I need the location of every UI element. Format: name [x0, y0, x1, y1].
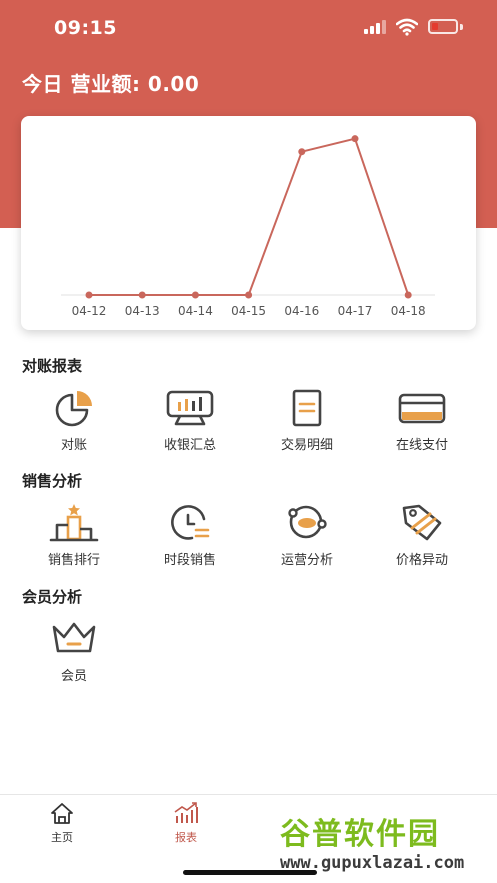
grid-label: 时段销售 — [163, 553, 216, 568]
report-icon — [174, 802, 198, 823]
grid-item-price-change[interactable]: 价格异动 — [367, 503, 477, 573]
crown-icon — [52, 622, 96, 653]
x-tick-label: 04-17 — [338, 304, 373, 318]
home-indicator — [183, 870, 317, 875]
tab-label: 报表 — [175, 831, 197, 844]
battery-tip — [460, 24, 463, 30]
grid-item-transaction-details[interactable]: 交易明细 — [252, 388, 362, 458]
x-tick-label: 04-18 — [391, 304, 426, 318]
grid-label: 销售排行 — [47, 553, 100, 568]
tab-home[interactable]: 主页 — [17, 801, 107, 847]
grid-label: 对账 — [60, 438, 87, 453]
data-point[interactable] — [404, 291, 412, 299]
section-title-members: 会员分析 — [22, 588, 83, 606]
grid-item-sales-ranking[interactable]: 销售排行 — [19, 503, 129, 573]
grid-item-members[interactable]: 会员 — [19, 619, 129, 689]
grid-item-reconciliation[interactable]: 对账 — [19, 388, 129, 458]
document-icon — [292, 389, 322, 427]
x-tick-label: 04-14 — [178, 304, 213, 318]
card-icon — [398, 393, 446, 424]
price-tag-icon — [402, 504, 442, 541]
grid-label: 价格异动 — [395, 553, 448, 568]
clock-icon — [171, 505, 210, 540]
section-title-sales: 销售分析 — [22, 472, 83, 490]
grid-label: 会员 — [60, 669, 87, 684]
x-tick-label: 04-13 — [125, 304, 160, 318]
grid-label: 在线支付 — [395, 438, 448, 453]
data-point[interactable] — [245, 291, 253, 299]
grid-item-cash-summary[interactable]: 收银汇总 — [135, 388, 245, 458]
tab-label: 主页 — [51, 831, 73, 844]
x-tick-label: 04-12 — [72, 304, 107, 318]
grid-item-operation-analysis[interactable]: 运营分析 — [252, 503, 362, 573]
home-icon — [51, 803, 73, 824]
cash-register-icon — [166, 390, 214, 426]
watermark-title: 谷普软件园 — [280, 817, 440, 852]
data-point[interactable] — [138, 291, 146, 299]
grid-item-online-payment[interactable]: 在线支付 — [367, 388, 477, 458]
data-point[interactable] — [191, 291, 199, 299]
today-revenue: 今日 营业额: 0.00 — [22, 72, 200, 96]
battery-icon — [428, 19, 458, 34]
tab-reports[interactable]: 报表 — [141, 801, 231, 847]
grid-label: 收银汇总 — [163, 438, 216, 453]
grid-label: 交易明细 — [280, 438, 333, 453]
section-title-reconciliation: 对账报表 — [22, 357, 83, 375]
x-tick-label: 04-15 — [231, 304, 266, 318]
grid-item-time-sales[interactable]: 时段销售 — [135, 503, 245, 573]
x-tick-label: 04-16 — [284, 304, 319, 318]
data-point[interactable] — [351, 135, 359, 143]
revenue-line-chart: 04-12 04-13 04-14 04-15 04-16 04-17 04-18 — [61, 135, 435, 318]
data-point[interactable] — [298, 148, 306, 156]
pie-chart-icon — [55, 391, 92, 427]
orbit-icon — [288, 505, 327, 539]
revenue-chart-card: 04-12 04-13 04-14 04-15 04-16 04-17 04-18 — [21, 116, 476, 330]
data-point[interactable] — [85, 291, 93, 299]
signal-icon — [364, 20, 386, 34]
series-line — [89, 137, 410, 296]
status-bar: 09:15 — [0, 0, 497, 56]
grid-label: 运营分析 — [280, 553, 333, 568]
podium-icon — [49, 504, 99, 542]
status-time: 09:15 — [54, 17, 117, 39]
wifi-icon — [396, 18, 418, 36]
